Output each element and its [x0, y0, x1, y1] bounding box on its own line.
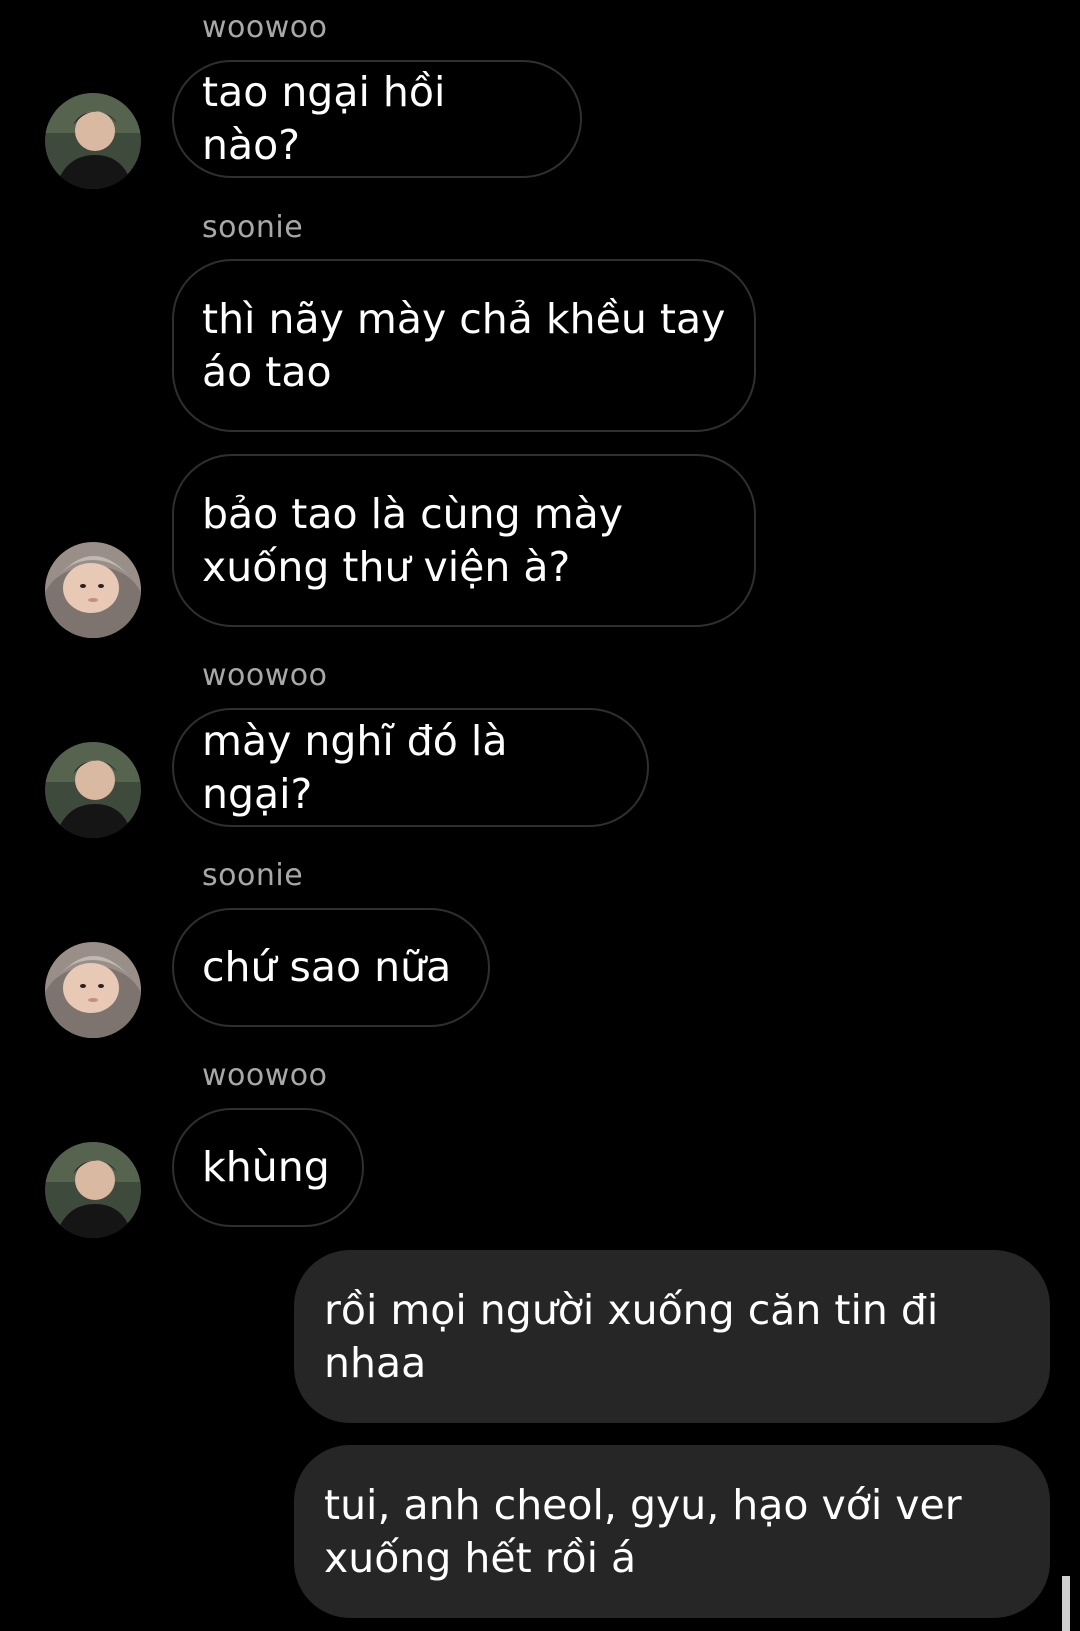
- avatar-soonie-photo: [45, 542, 141, 638]
- message-bubble[interactable]: mày nghĩ đó là ngại?: [172, 708, 649, 827]
- sender-name: woowoo: [202, 658, 328, 693]
- avatar-woowoo-photo: [45, 93, 141, 189]
- avatar-woowoo-photo: [45, 742, 141, 838]
- sender-name: woowoo: [202, 10, 328, 45]
- message-text: thì nãy mày chả khều tay áo tao: [202, 294, 726, 396]
- message-text: tui, anh cheol, gyu, hạo với ver xuống h…: [324, 1480, 962, 1582]
- chat-thread: woowoo tao ngại hồi nào? soonie thì nãy …: [0, 0, 1080, 1631]
- message-text: chứ sao nữa: [202, 943, 452, 991]
- message-bubble[interactable]: bảo tao là cùng mày xuống thư viện à?: [172, 454, 756, 627]
- avatar-woowoo-photo: [45, 1142, 141, 1238]
- avatar-woowoo[interactable]: [45, 1142, 141, 1238]
- message-bubble[interactable]: thì nãy mày chả khều tay áo tao: [172, 259, 756, 432]
- message-bubble[interactable]: chứ sao nữa: [172, 908, 490, 1027]
- message-text: khùng: [202, 1143, 330, 1191]
- message-text: tao ngại hồi nào?: [202, 68, 446, 169]
- sender-name: soonie: [202, 210, 304, 245]
- sender-name: soonie: [202, 858, 304, 893]
- avatar-soonie-photo: [45, 942, 141, 1038]
- avatar-woowoo[interactable]: [45, 93, 141, 189]
- message-bubble[interactable]: khùng: [172, 1108, 364, 1227]
- avatar-woowoo[interactable]: [45, 742, 141, 838]
- message-bubble-outgoing[interactable]: tui, anh cheol, gyu, hạo với ver xuống h…: [294, 1445, 1050, 1618]
- message-bubble[interactable]: tao ngại hồi nào?: [172, 60, 582, 178]
- avatar-soonie[interactable]: [45, 542, 141, 638]
- message-text: bảo tao là cùng mày xuống thư viện à?: [202, 489, 624, 591]
- scrollbar[interactable]: [1062, 1576, 1070, 1631]
- message-bubble-outgoing[interactable]: rồi mọi người xuống căn tin đi nhaa: [294, 1250, 1050, 1423]
- sender-name: woowoo: [202, 1058, 328, 1093]
- message-text: mày nghĩ đó là ngại?: [202, 716, 508, 818]
- message-text: rồi mọi người xuống căn tin đi nhaa: [324, 1285, 939, 1387]
- avatar-soonie[interactable]: [45, 942, 141, 1038]
